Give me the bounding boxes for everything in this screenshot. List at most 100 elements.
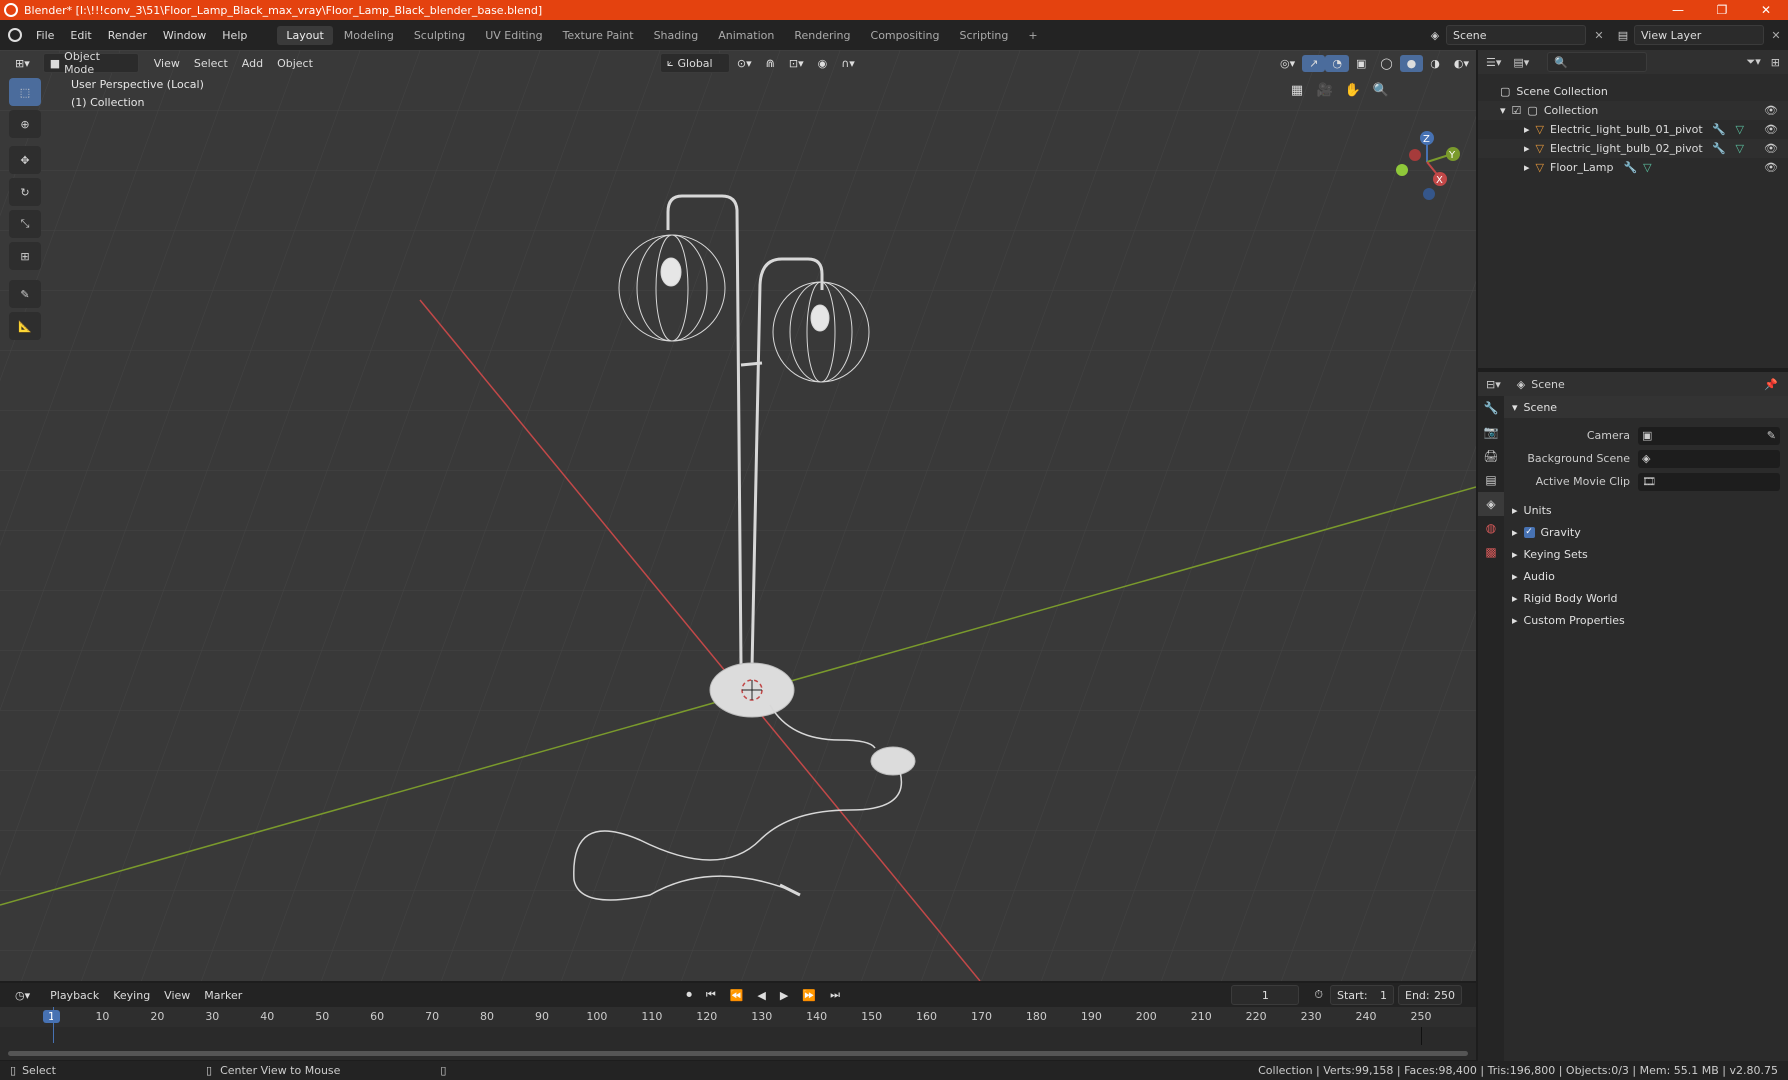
custom-properties-panel[interactable]: ▸ Custom Properties: [1504, 609, 1788, 631]
eye-icon[interactable]: 👁: [1764, 104, 1778, 117]
close-button[interactable]: ✕: [1744, 3, 1788, 17]
current-frame-input[interactable]: 1: [1231, 985, 1300, 1005]
outliner-item[interactable]: ▸ ▽ Floor_Lamp 🔧 ▽ 👁: [1478, 158, 1788, 177]
visibility-icon[interactable]: ◎▾: [1273, 55, 1302, 72]
tab-rendering[interactable]: Rendering: [785, 26, 859, 45]
new-collection-icon[interactable]: ⊞: [1771, 56, 1780, 69]
properties-editor-icon[interactable]: ⊟▾: [1486, 378, 1501, 391]
background-scene-input[interactable]: ◈: [1638, 449, 1780, 468]
view-layer-tab-icon[interactable]: ▤: [1478, 468, 1504, 492]
eye-icon[interactable]: 👁: [1764, 142, 1778, 155]
scene-tab-icon[interactable]: ◈: [1478, 492, 1504, 516]
viewport-menu-view[interactable]: View: [147, 55, 187, 72]
timeline-menu-marker[interactable]: Marker: [197, 987, 249, 1004]
tab-shading[interactable]: Shading: [645, 26, 708, 45]
gravity-checkbox[interactable]: ✓: [1523, 526, 1535, 538]
add-workspace-button[interactable]: +: [1019, 26, 1046, 45]
scene-section-header[interactable]: ▾ Scene: [1504, 396, 1788, 418]
outliner-collection[interactable]: ▾ ☑ ▢ Collection 👁: [1478, 101, 1788, 120]
rotate-tool[interactable]: ↻: [9, 178, 41, 206]
material-shading-icon[interactable]: ◑: [1423, 55, 1447, 72]
active-movie-clip-input[interactable]: 🎞: [1638, 472, 1780, 491]
play-reverse-icon[interactable]: ◀: [750, 987, 772, 1004]
tool-tab-icon[interactable]: 🔧: [1478, 396, 1504, 420]
annotate-tool[interactable]: ✎: [9, 280, 41, 308]
menu-help[interactable]: Help: [214, 29, 255, 42]
collection-checkbox[interactable]: ☑: [1512, 104, 1522, 117]
viewport-menu-select[interactable]: Select: [187, 55, 235, 72]
minimize-button[interactable]: —: [1656, 3, 1700, 17]
select-box-tool[interactable]: ⬚: [9, 78, 41, 106]
tab-sculpting[interactable]: Sculpting: [405, 26, 474, 45]
keying-sets-panel[interactable]: ▸ Keying Sets: [1504, 543, 1788, 565]
jump-end-icon[interactable]: ⏭: [823, 986, 847, 1004]
view-layer-selector[interactable]: View Layer: [1634, 25, 1764, 45]
gizmo-toggle-icon[interactable]: ↗: [1302, 54, 1326, 72]
units-panel[interactable]: ▸ Units: [1504, 499, 1788, 521]
gizmo-neg-z-icon[interactable]: [1423, 188, 1435, 200]
tab-texture-paint[interactable]: Texture Paint: [554, 26, 643, 45]
outliner-item[interactable]: ▸ ▽ Electric_light_bulb_01_pivot 🔧 ▽ 👁: [1478, 120, 1788, 139]
camera-view-icon[interactable]: 🎥: [1313, 78, 1337, 102]
tab-modeling[interactable]: Modeling: [335, 26, 403, 45]
editor-type-icon[interactable]: ⊞▾: [8, 55, 37, 72]
mode-selector[interactable]: ■ Object Mode: [42, 50, 139, 76]
render-tab-icon[interactable]: 📷: [1478, 420, 1504, 444]
close-scene-icon[interactable]: ✕: [1586, 29, 1612, 42]
outliner-search-input[interactable]: 🔍: [1547, 52, 1648, 72]
rigid-body-world-panel[interactable]: ▸ Rigid Body World: [1504, 587, 1788, 609]
record-button-icon[interactable]: ⏺: [679, 986, 699, 1004]
tab-scripting[interactable]: Scripting: [950, 26, 1017, 45]
xray-icon[interactable]: ▣: [1349, 55, 1373, 72]
solid-shading-icon[interactable]: ●: [1399, 54, 1424, 72]
transform-orientation-selector[interactable]: ⟀ Global: [659, 53, 730, 73]
timeline-menu-playback[interactable]: Playback: [43, 987, 106, 1004]
zoom-view-icon[interactable]: 🔍: [1369, 78, 1393, 102]
gizmo-neg-x-icon[interactable]: [1409, 149, 1421, 161]
move-tool[interactable]: ✥: [9, 146, 41, 174]
pivot-point-icon[interactable]: ⊙▾: [730, 55, 759, 72]
audio-panel[interactable]: ▸ Audio: [1504, 565, 1788, 587]
preview-range-icon[interactable]: ⏱: [1307, 986, 1330, 1004]
gravity-panel[interactable]: ▸ ✓ Gravity: [1504, 521, 1788, 543]
timeline-menu-view[interactable]: View: [157, 987, 197, 1004]
timeline-editor-icon[interactable]: ◷▾: [8, 987, 37, 1004]
maximize-button[interactable]: ❐: [1700, 3, 1744, 17]
end-frame-input[interactable]: End: 250: [1398, 985, 1462, 1005]
frame-ruler[interactable]: 1 10 20 30 40 50 60 70 80 90 100 110 120 130 140 150 160…: [0, 1007, 1476, 1027]
expand-arrow-icon[interactable]: ▾: [1500, 104, 1506, 117]
outliner-editor-icon[interactable]: ☰▾: [1486, 56, 1501, 69]
rendered-shading-icon[interactable]: ◐▾: [1447, 55, 1476, 72]
texture-tab-icon[interactable]: ▩: [1478, 540, 1504, 564]
eyedropper-icon[interactable]: ✎: [1767, 429, 1776, 442]
play-icon[interactable]: ▶: [773, 987, 795, 1004]
measure-tool[interactable]: 📐: [9, 312, 41, 340]
gizmo-neg-y-icon[interactable]: [1396, 164, 1408, 176]
snap-target-icon[interactable]: ⊡▾: [782, 55, 811, 72]
pin-icon[interactable]: 📌: [1764, 378, 1778, 391]
menu-render[interactable]: Render: [100, 29, 155, 42]
start-frame-input[interactable]: Start: 1: [1330, 985, 1394, 1005]
timeline-menu-keying[interactable]: Keying: [106, 987, 157, 1004]
expand-arrow-icon[interactable]: ▸: [1524, 142, 1530, 155]
jump-keyframe-back-icon[interactable]: ⏪: [723, 987, 751, 1004]
outliner-item[interactable]: ▸ ▽ Electric_light_bulb_02_pivot 🔧 ▽ 👁: [1478, 139, 1788, 158]
timeline-editor[interactable]: ◷▾ Playback Keying View Marker ⏺ ⏮ ⏪ ◀ ▶…: [0, 983, 1476, 1060]
camera-input[interactable]: ▣ ✎: [1638, 426, 1780, 445]
eye-icon[interactable]: 👁: [1764, 161, 1778, 174]
transform-tool[interactable]: ⊞: [9, 242, 41, 270]
3d-viewport[interactable]: Z Y X ⊞▾ ■ Object Mode View Select Add O…: [0, 50, 1476, 981]
tab-compositing[interactable]: Compositing: [862, 26, 949, 45]
output-tab-icon[interactable]: 🖨: [1478, 444, 1504, 468]
menu-window[interactable]: Window: [155, 29, 214, 42]
timeline-scrollbar[interactable]: [8, 1051, 1468, 1056]
menu-file[interactable]: File: [28, 29, 62, 42]
display-mode-icon[interactable]: ▤▾: [1513, 56, 1529, 69]
cursor-tool[interactable]: ⊕: [9, 110, 41, 138]
wireframe-shading-icon[interactable]: ◯: [1373, 55, 1399, 72]
falloff-icon[interactable]: ∩▾: [834, 55, 862, 72]
playhead-line[interactable]: [53, 1007, 54, 1043]
snap-icon[interactable]: ⋒: [759, 55, 782, 72]
overlay-toggle-icon[interactable]: ◔: [1325, 54, 1349, 72]
menu-edit[interactable]: Edit: [62, 29, 99, 42]
